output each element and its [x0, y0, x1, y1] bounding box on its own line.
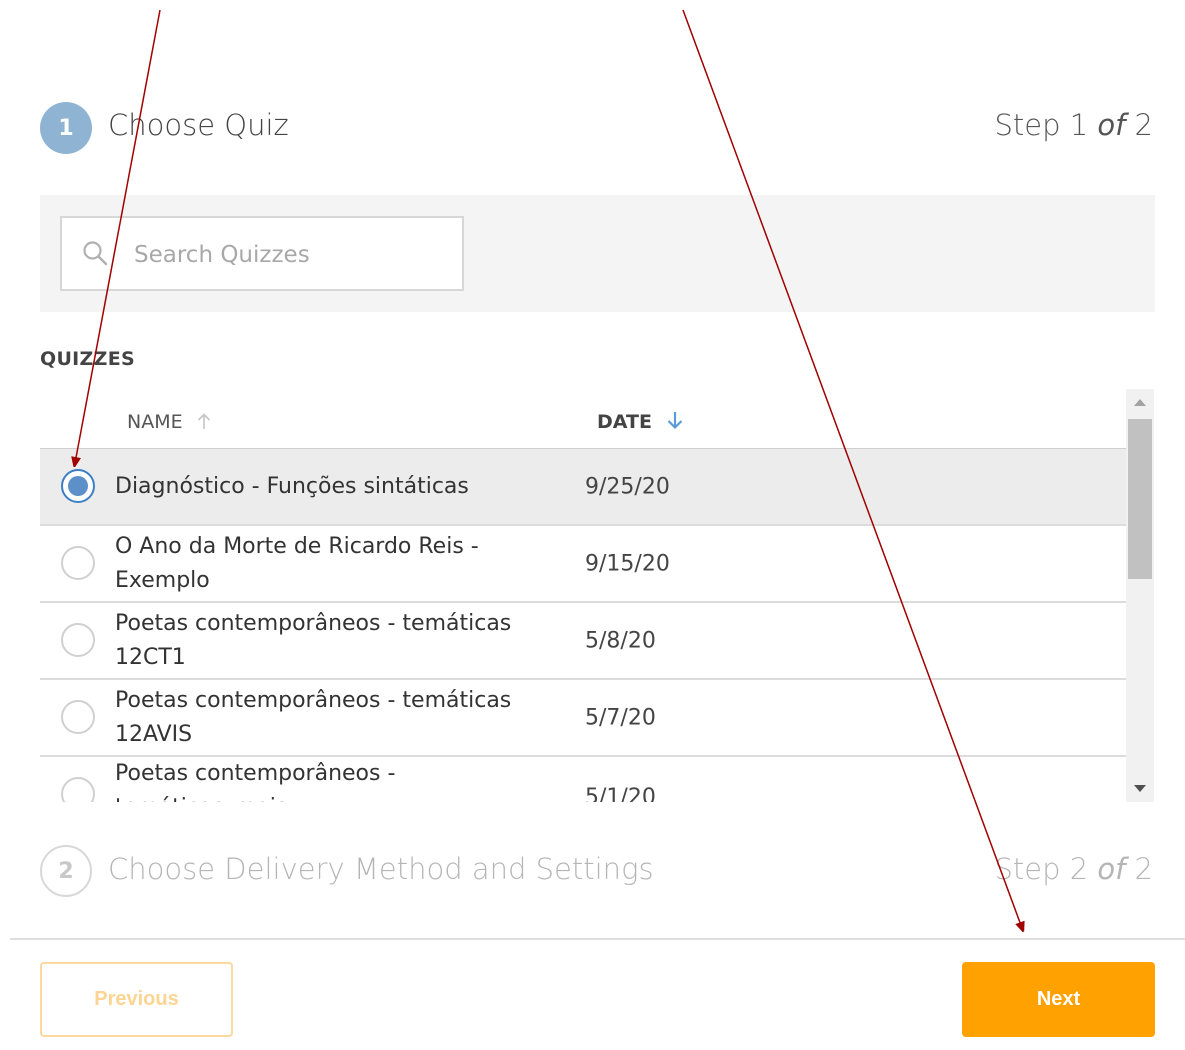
step-2-counter: Step 2 of 2 — [994, 852, 1153, 886]
radio-button[interactable] — [61, 700, 95, 734]
scrollbar-thumb[interactable] — [1128, 419, 1152, 579]
scroll-up-arrow-icon[interactable] — [1134, 399, 1146, 406]
step-1-counter: Step 1 of 2 — [994, 108, 1153, 142]
table-row[interactable]: Diagnóstico - Funções sintáticas 9/25/20 — [40, 449, 1126, 526]
search-panel — [40, 195, 1155, 312]
next-button[interactable]: Next — [962, 962, 1155, 1037]
quizzes-section-label: QUIZZES — [40, 348, 135, 370]
search-icon — [83, 241, 108, 266]
radio-button-selected[interactable] — [61, 469, 95, 503]
table-row[interactable]: Poetas contemporâneos - temáticas_mais 5… — [40, 757, 1126, 802]
previous-button[interactable]: Previous — [40, 962, 233, 1037]
quiz-date: 9/25/20 — [585, 474, 670, 499]
step-2-number-circle: 2 — [40, 845, 92, 897]
step-1-title: Choose Quiz — [108, 108, 289, 142]
step-2-title: Choose Delivery Method and Settings — [108, 852, 654, 886]
sort-up-arrow-icon — [197, 413, 210, 429]
column-header-name[interactable]: NAME — [127, 411, 211, 433]
step-1-number-circle: 1 — [40, 102, 92, 154]
table-scrollbar[interactable] — [1126, 389, 1154, 802]
quiz-name: Diagnóstico - Funções sintáticas — [115, 473, 469, 499]
quiz-rows: Diagnóstico - Funções sintáticas 9/25/20… — [40, 449, 1126, 802]
footer-divider — [10, 938, 1185, 940]
quiz-date: 9/15/20 — [585, 551, 670, 576]
column-header-name-label: NAME — [127, 411, 183, 433]
radio-button[interactable] — [61, 623, 95, 657]
quiz-name: Poetas contemporâneos - temáticas 12CT1 — [115, 610, 512, 670]
quiz-date: 5/8/20 — [585, 628, 656, 653]
quiz-name: O Ano da Morte de Ricardo Reis - Exemplo — [115, 533, 479, 593]
radio-button[interactable] — [61, 546, 95, 580]
search-input[interactable] — [132, 232, 456, 278]
quiz-date: 5/1/20 — [585, 785, 656, 802]
column-header-date-label: DATE — [597, 411, 652, 433]
table-header: NAME DATE — [40, 389, 1126, 450]
search-box[interactable] — [60, 216, 464, 291]
scroll-down-arrow-icon[interactable] — [1134, 785, 1146, 792]
quiz-name: Poetas contemporâneos - temáticas 12AVIS — [115, 687, 512, 747]
table-row[interactable]: Poetas contemporâneos - temáticas 12AVIS… — [40, 680, 1126, 757]
table-row[interactable]: Poetas contemporâneos - temáticas 12CT1 … — [40, 603, 1126, 680]
table-row[interactable]: O Ano da Morte de Ricardo Reis - Exemplo… — [40, 526, 1126, 603]
sort-down-arrow-icon — [667, 412, 682, 430]
radio-button[interactable] — [61, 777, 95, 802]
quiz-date: 5/7/20 — [585, 705, 656, 730]
quiz-table: NAME DATE Diagnóstico - Funções sintátic… — [40, 389, 1155, 802]
quiz-name: Poetas contemporâneos - temáticas_mais — [115, 761, 396, 802]
column-header-date[interactable]: DATE — [597, 411, 683, 433]
